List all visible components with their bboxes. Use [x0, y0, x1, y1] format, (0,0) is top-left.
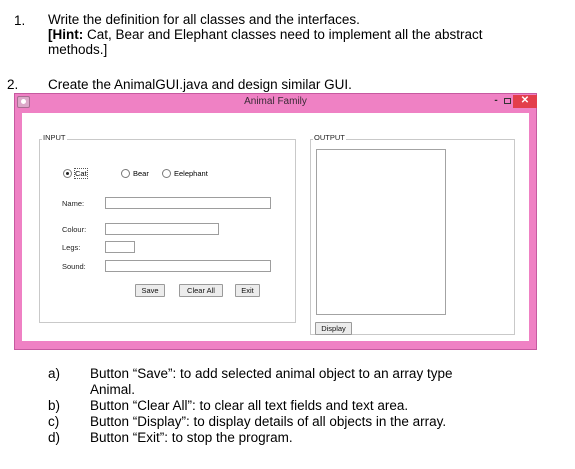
window-titlebar[interactable]: Animal Family - ✕	[15, 94, 537, 111]
colour-field[interactable]	[105, 223, 219, 235]
exit-button[interactable]: Exit	[235, 284, 260, 297]
radio-elephant-indicator	[162, 169, 171, 178]
radio-elephant[interactable]: Eelephant	[162, 169, 208, 178]
minimize-button[interactable]: -	[491, 95, 501, 108]
output-panel-label: OUTPUT	[313, 133, 346, 142]
radio-bear-label: Bear	[133, 169, 149, 178]
note-d-line-1: Button “Exit”: to stop the program.	[90, 430, 293, 445]
instruction-1-line-1: Write the definition for all classes and…	[48, 12, 360, 27]
sound-label: Sound:	[62, 262, 86, 271]
instruction-1-line-3: methods.]	[48, 42, 108, 57]
output-text-area[interactable]	[316, 149, 446, 315]
clear-all-button[interactable]: Clear All	[179, 284, 223, 297]
item-number-2: 2.	[7, 77, 19, 92]
display-button[interactable]: Display	[315, 322, 352, 335]
window-content: INPUT Cat Bear Eelephant Name: Colour: L…	[22, 113, 529, 341]
legs-field[interactable]	[105, 241, 135, 253]
radio-bear[interactable]: Bear	[121, 169, 149, 178]
radio-cat[interactable]: Cat	[63, 168, 88, 179]
instruction-2-line-1: Create the AnimalGUI.java and design sim…	[48, 77, 352, 92]
note-b-line-1: Button “Clear All”: to clear all text fi…	[90, 398, 409, 413]
name-field[interactable]	[105, 197, 271, 209]
note-letter-d: d)	[48, 430, 61, 445]
hint-label: [Hint:	[48, 27, 84, 42]
note-letter-c: c)	[48, 414, 60, 429]
hint-text: Cat, Bear and Elephant classes need to i…	[83, 27, 483, 42]
note-c-line-1: Button “Display”: to display details of …	[90, 414, 447, 429]
legs-label: Legs:	[62, 243, 81, 252]
close-button[interactable]: ✕	[513, 95, 537, 108]
maximize-button[interactable]	[502, 95, 512, 108]
name-label: Name:	[62, 199, 85, 208]
colour-label: Colour:	[62, 225, 87, 234]
note-a-line-2: Animal.	[90, 382, 136, 397]
radio-cat-label: Cat	[74, 168, 88, 179]
instruction-1-line-2: [Hint: Cat, Bear and Elephant classes ne…	[48, 27, 482, 42]
item-number-1: 1.	[14, 13, 26, 28]
note-letter-b: b)	[48, 398, 61, 413]
maximize-icon	[503, 98, 511, 104]
note-letter-a: a)	[48, 366, 61, 381]
radio-elephant-label: Eelephant	[174, 169, 208, 178]
note-a-line-1: Button “Save”: to add selected animal ob…	[90, 366, 453, 381]
input-panel-label: INPUT	[42, 133, 67, 142]
animal-family-window: Animal Family - ✕ INPUT Cat Bear Eelepha…	[14, 93, 537, 350]
save-button[interactable]: Save	[135, 284, 165, 297]
sound-field[interactable]	[105, 260, 271, 272]
radio-bear-indicator	[121, 169, 130, 178]
window-title: Animal Family	[244, 96, 307, 107]
radio-cat-indicator	[63, 169, 72, 178]
